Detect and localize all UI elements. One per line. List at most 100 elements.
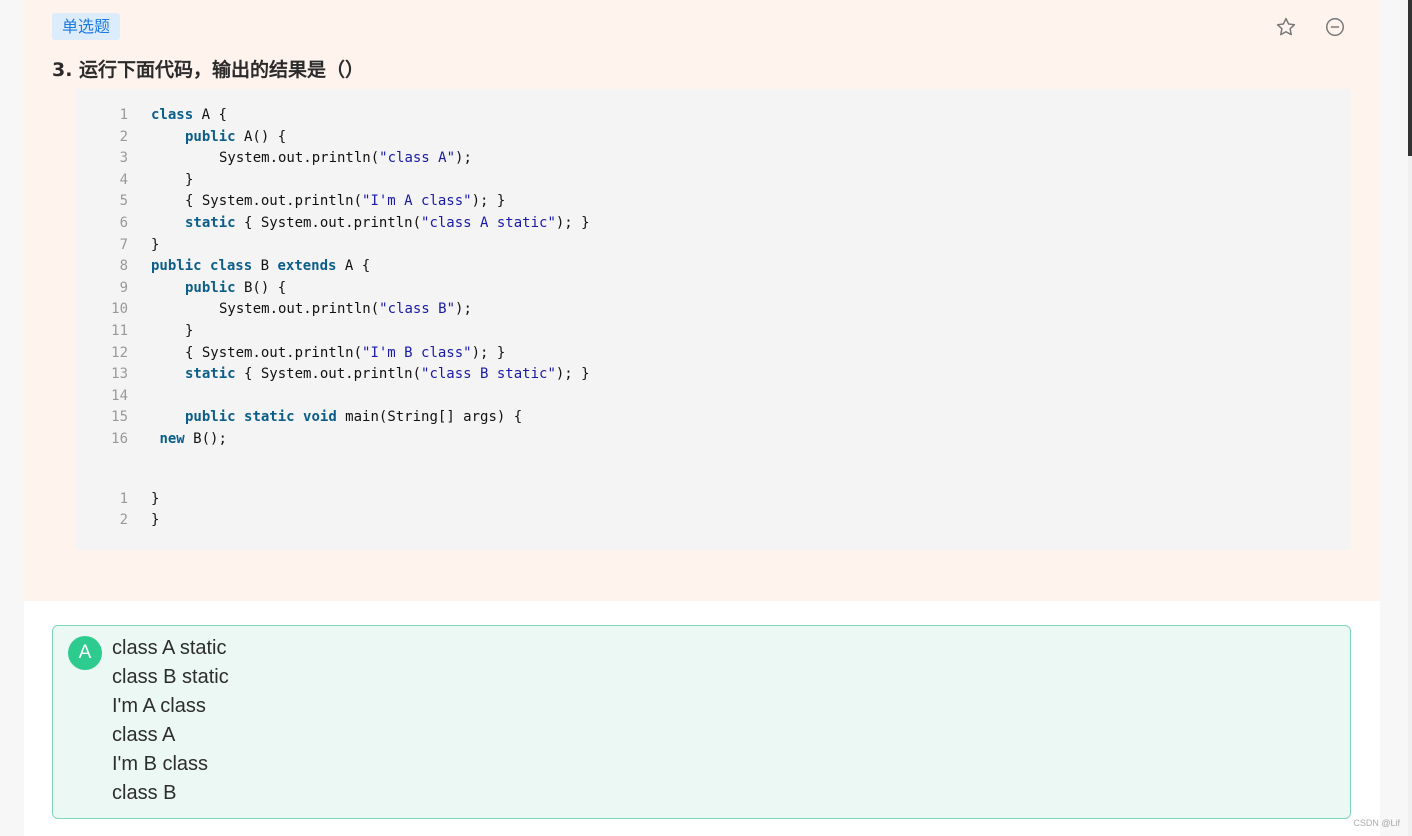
- code-token: B: [252, 258, 278, 275]
- code-token: }: [185, 323, 194, 339]
- option-line: class B static: [112, 666, 229, 688]
- code-token: { System.out.println(: [185, 344, 363, 361]
- option-letter-badge: A: [68, 636, 102, 670]
- option-line: class A: [112, 724, 176, 746]
- code-line: 13 static { System.out.println("class B s…: [76, 364, 1351, 386]
- option-a[interactable]: A class A static class B static I'm A clas…: [52, 625, 1351, 819]
- code-keyword: static: [244, 409, 295, 426]
- code-token: }: [151, 236, 160, 253]
- code-text: }: [151, 510, 159, 532]
- scrollbar-track[interactable]: [1408, 0, 1412, 836]
- code-text: }: [185, 170, 193, 192]
- code-line: 1 class A {: [76, 105, 1351, 127]
- line-number: 7: [119, 236, 128, 253]
- code-token: }: [185, 171, 194, 188]
- code-token: { System.out.println(: [185, 193, 363, 210]
- line-number: 11: [111, 323, 128, 339]
- line-number: 10: [111, 301, 128, 318]
- code-token: { System.out.println(: [235, 366, 422, 383]
- line-number: 6: [119, 215, 128, 231]
- code-text: System.out.println("class A");: [219, 148, 472, 170]
- code-keyword: public: [151, 258, 202, 275]
- code-string: "class B static": [421, 366, 556, 383]
- star-icon[interactable]: [1275, 16, 1297, 38]
- code-keyword: public: [185, 279, 236, 296]
- code-text: static { System.out.println("class A sta…: [185, 213, 590, 235]
- code-line: 6 static { System.out.println("class A st…: [76, 213, 1351, 235]
- code-string: "I'm B class": [362, 344, 472, 361]
- code-keyword: new: [159, 431, 185, 447]
- code-token: B() {: [235, 279, 287, 296]
- line-number: 1: [119, 490, 128, 507]
- line-number: 2: [119, 128, 128, 145]
- line-number: 15: [111, 409, 128, 426]
- line-number: 16: [111, 431, 128, 447]
- line-number: 3: [119, 150, 128, 167]
- code-text: System.out.println("class B");: [219, 299, 472, 321]
- code-token: );: [455, 301, 472, 318]
- code-line: 14: [76, 386, 1351, 408]
- code-text: }: [185, 321, 193, 343]
- minus-circle-icon[interactable]: [1324, 16, 1346, 38]
- code-token: B();: [184, 431, 227, 447]
- code-string: "I'm A class": [362, 193, 472, 210]
- question-type-tag: 单选题: [52, 13, 121, 40]
- code-token: ); }: [555, 215, 590, 231]
- question-title: 3. 运行下面代码，输出的结果是（）: [52, 59, 365, 81]
- line-number: 14: [111, 387, 128, 404]
- code-line: 15 public static void main(String[] args)…: [76, 407, 1351, 429]
- code-block: 1 class A {2 public A() {3 System.out.print…: [76, 89, 1351, 550]
- code-keyword: class: [210, 258, 253, 275]
- code-line: 4}: [76, 170, 1351, 192]
- line-number: 12: [111, 344, 128, 361]
- question-actions: [1275, 16, 1346, 38]
- code-token: { System.out.println(: [235, 215, 422, 231]
- code-text: public static void main(String[] args) {: [185, 407, 522, 429]
- code-text: }: [151, 489, 159, 511]
- option-line: I'm B class: [112, 753, 209, 775]
- scrollbar-thumb[interactable]: [1408, 0, 1412, 156]
- code-token: System.out.println(: [219, 301, 380, 318]
- code-token: ); }: [471, 193, 506, 210]
- code-line: 12 { System.out.println("I'm B class"); }: [76, 343, 1351, 365]
- code-text: new B();: [151, 429, 227, 451]
- code-text: public A() {: [185, 127, 286, 149]
- code-text: public class B extends A {: [151, 256, 370, 278]
- option-line: I'm A class: [112, 695, 206, 717]
- code-string: "class B": [379, 301, 456, 318]
- code-token: main(String[] args) {: [336, 409, 523, 426]
- line-number: 9: [119, 279, 128, 296]
- code-string: "class A static": [421, 215, 556, 231]
- watermark: CSDN @Lif: [1353, 818, 1400, 828]
- code-keyword: void: [303, 409, 337, 426]
- code-token: }: [151, 512, 160, 529]
- code-text: { System.out.println("I'm B class"); }: [185, 343, 505, 365]
- code-token: A {: [336, 258, 371, 275]
- code-token: }: [151, 490, 160, 507]
- code-line: 2}: [76, 510, 1351, 532]
- code-keyword: static: [185, 215, 236, 231]
- code-keyword: public: [185, 128, 236, 145]
- code-text: static { System.out.println("class B sta…: [185, 364, 590, 386]
- code-text: }: [151, 235, 159, 257]
- option-line: class B: [112, 782, 177, 804]
- code-token: ); }: [471, 344, 506, 361]
- code-keyword: public: [185, 409, 236, 426]
- line-number: 8: [119, 258, 128, 275]
- code-token: A() {: [235, 128, 287, 145]
- code-string: "class A": [379, 150, 456, 167]
- code-token: System.out.println(: [219, 150, 380, 167]
- code-line: 5 { System.out.println("I'm A class"); }: [76, 191, 1351, 213]
- code-line: 1}: [76, 489, 1351, 511]
- code-line: 7}: [76, 235, 1351, 257]
- code-text: { System.out.println("I'm A class"); }: [185, 191, 505, 213]
- options-area: A class A static class B static I'm A clas…: [24, 601, 1380, 836]
- code-line: 9 public B() {: [76, 278, 1351, 300]
- code-text: class A {: [151, 105, 227, 127]
- code-line: 2 public A() {: [76, 127, 1351, 149]
- code-keyword: extends: [277, 258, 337, 275]
- code-keyword: class: [151, 107, 194, 123]
- code-text: public B() {: [185, 278, 286, 300]
